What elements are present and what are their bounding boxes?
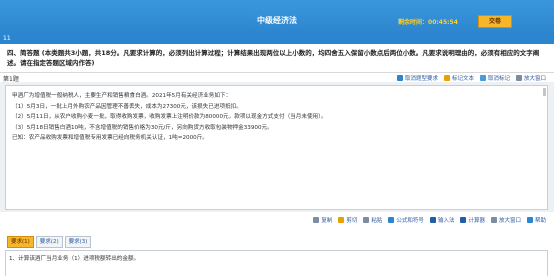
expand-icon <box>490 217 497 223</box>
question-number: 11 <box>3 35 11 42</box>
question-line: 甲酒厂为增值税一般纳税人，主要生产和销售粮食白酒。2021年5月有关经济业务如下… <box>12 93 232 99</box>
formula-tool-button[interactable]: 公式和符号 <box>388 216 424 224</box>
tool-label: 取消标记 <box>487 76 510 82</box>
tool-label: 标记文本 <box>451 76 474 82</box>
timer-label: 剩余时间： <box>398 19 429 26</box>
help-icon <box>526 217 533 223</box>
undo-tool-button[interactable]: 取消标记 <box>479 74 510 82</box>
calculator-icon <box>460 217 467 223</box>
copy-tool-button[interactable]: 复制 <box>313 216 332 224</box>
keyboard-tool-button[interactable]: 输入法 <box>429 216 455 224</box>
question-line: （3）5月18日销售白酒10吨，不含增值税的销售价格为30元/斤，另向购货方收取… <box>12 124 273 131</box>
answer-area[interactable]: 1、计算该酒厂当月业务（1）进项税额转出的金额。 <box>5 250 548 276</box>
section-instructions: 四、简答题 (本类题共3小题，共18分。凡要求计算的，必须列出计算过程；计算结果… <box>0 44 554 73</box>
exam-title: 中级经济法 <box>257 16 297 25</box>
tool-label: 计算器 <box>468 218 485 224</box>
pin-tool-button[interactable]: 取消题型要求 <box>396 74 438 82</box>
help-tool-button[interactable]: 帮助 <box>526 216 546 224</box>
expand-tool-button[interactable]: 放大窗口 <box>515 74 546 82</box>
tab-requirement-3[interactable]: 要求(3) <box>64 236 92 248</box>
question-line: （2）5月11日，从农户收购小麦一批，取得收购发票，收购发票上注明价款为8000… <box>12 114 327 120</box>
tool-label: 放大窗口 <box>523 76 546 82</box>
pen-icon <box>443 75 450 81</box>
question-toolbar: 取消题型要求 标记文本 取消标记 放大窗口 <box>396 74 546 82</box>
tool-label: 帮助 <box>534 218 546 224</box>
formula-icon <box>388 217 395 223</box>
undo-icon <box>479 75 486 81</box>
question-area: 甲酒厂为增值税一般纳税人，主要生产和销售粮食白酒。2021年5月有关经济业务如下… <box>0 82 554 212</box>
timer-value: 00:45:54 <box>428 19 458 26</box>
expand-tool-button[interactable]: 放大窗口 <box>490 216 521 224</box>
question-number-strip: 11 <box>0 34 554 44</box>
question-line: 已知：农产品收购发票和增值税专用发票已经向税务机关认证，1吨=2000斤。 <box>12 135 208 141</box>
section-heading: 四、简答题 (本类题共3小题，共18分。凡要求计算的，必须列出计算过程；计算结果… <box>7 49 540 67</box>
tool-label: 输入法 <box>437 218 455 224</box>
top-bar: 中级经济法 剩余时间：00:45:54 交卷 <box>0 0 554 34</box>
submit-exam-button[interactable]: 交卷 <box>478 15 512 28</box>
tab-requirement-2[interactable]: 要求(2) <box>35 236 63 248</box>
question-text: 甲酒厂为增值税一般纳税人，主要生产和销售粮食白酒。2021年5月有关经济业务如下… <box>12 91 532 144</box>
pin-icon <box>396 75 403 81</box>
cut-icon <box>338 217 345 223</box>
tool-label: 复制 <box>321 218 333 224</box>
keyboard-icon <box>429 217 436 223</box>
expand-icon <box>515 75 522 81</box>
pen-tool-button[interactable]: 标记文本 <box>443 74 474 82</box>
copy-icon <box>313 217 320 223</box>
tool-label: 剪切 <box>346 218 358 224</box>
tool-label: 放大窗口 <box>498 218 521 224</box>
tool-label: 公式和符号 <box>396 218 424 224</box>
calculator-tool-button[interactable]: 计算器 <box>460 216 485 224</box>
tool-label: 取消题型要求 <box>404 76 438 82</box>
answer-tabs: 要求(1) 要求(2) 要求(3) <box>7 236 92 248</box>
paste-tool-button[interactable]: 粘贴 <box>363 216 382 224</box>
tool-label: 粘贴 <box>371 218 383 224</box>
cut-tool-button[interactable]: 剪切 <box>338 216 357 224</box>
answer-prompt: 1、计算该酒厂当月业务（1）进项税额转出的金额。 <box>9 256 140 262</box>
paste-icon <box>363 217 370 223</box>
question-content: 甲酒厂为增值税一般纳税人，主要生产和销售粮食白酒。2021年5月有关经济业务如下… <box>5 85 548 210</box>
scrollbar[interactable] <box>543 88 546 96</box>
tab-requirement-1[interactable]: 要求(1) <box>7 236 34 248</box>
question-line: （1）5月3日，一批上月外购农产品因管理不善丢失，成本为27300元，该损失已进… <box>12 103 242 110</box>
remaining-time: 剩余时间：00:45:54 <box>398 17 458 26</box>
answer-toolbar: 复制 剪切 粘贴 公式和符号 输入法 计算器 放大窗口 帮助 <box>313 216 546 224</box>
